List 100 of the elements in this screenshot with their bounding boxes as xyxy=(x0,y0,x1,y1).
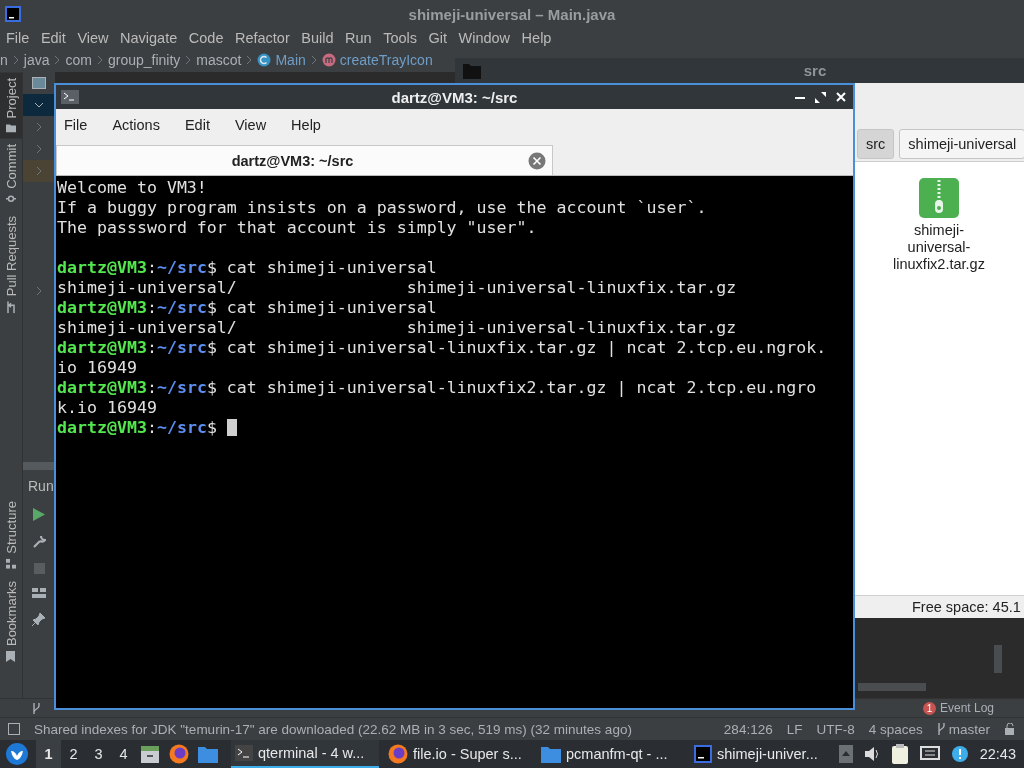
folder-icon xyxy=(463,62,481,79)
clipboard-icon[interactable] xyxy=(890,744,909,764)
branch-icon xyxy=(936,723,946,735)
breadcrumb-item[interactable]: group_finity xyxy=(107,52,181,68)
breadcrumb-item[interactable]: com xyxy=(65,52,92,68)
class-icon xyxy=(257,53,272,67)
clock[interactable]: 22:43 xyxy=(979,746,1016,762)
structure-icon xyxy=(6,558,16,569)
path-button[interactable]: src xyxy=(857,129,895,159)
notification-badge: 1 xyxy=(922,701,936,715)
path-button[interactable]: shimeji-universal xyxy=(899,129,1024,159)
terminal-output: The passsword for that account is simply "user". xyxy=(57,218,538,238)
menu-item[interactable]: Build xyxy=(301,30,334,46)
tool-window-tab[interactable]: Commit xyxy=(0,138,22,211)
breadcrumb-item[interactable]: Main xyxy=(275,52,306,68)
event-log-button[interactable]: 1 Event Log xyxy=(922,701,994,715)
app-logo-icon xyxy=(694,745,712,763)
lock-icon xyxy=(1004,723,1016,735)
chevron-icon xyxy=(96,55,103,65)
menu-item[interactable]: Git xyxy=(428,30,447,46)
file-encoding[interactable]: UTF-8 xyxy=(816,721,855,737)
scrollbar-thumb[interactable] xyxy=(994,645,1002,673)
menu-item[interactable]: Navigate xyxy=(120,30,178,46)
menu-item[interactable]: Actions xyxy=(112,117,160,133)
menu-item[interactable]: Run xyxy=(345,30,372,46)
terminal-tab[interactable]: dartz@VM3: ~/src xyxy=(56,145,553,175)
caret-position[interactable]: 284:126 xyxy=(723,721,773,737)
chevron-icon xyxy=(12,55,19,65)
menu-item[interactable]: Edit xyxy=(40,30,66,46)
terminal-output: If a buggy program insists on a password, use the account `user`. xyxy=(57,198,708,218)
breadcrumb-item[interactable]: createTrayIcon xyxy=(339,52,433,68)
app-logo-icon xyxy=(5,6,21,22)
terminal-prompt-line: dartz@VM3:~/src$ xyxy=(57,418,833,438)
terminal-output: shimeji-universal/ shimeji-universal-linuxfix.tar.gz xyxy=(57,278,738,298)
pull-request-icon xyxy=(6,301,16,314)
terminal-prompt-line: dartz@VM3:~/src$ cat shimeji-universal xyxy=(57,298,438,318)
breadcrumb-item[interactable]: java xyxy=(23,52,50,68)
menu-item[interactable]: File xyxy=(64,117,88,133)
menu-item[interactable]: View xyxy=(77,30,109,46)
menu-item[interactable]: Help xyxy=(291,117,321,133)
chevron-icon xyxy=(36,166,42,176)
panel-title: Run xyxy=(27,478,54,494)
indent-setting[interactable]: 4 spaces xyxy=(868,721,923,737)
globe-icon[interactable] xyxy=(169,744,189,764)
file-cabinet-icon[interactable] xyxy=(140,744,160,764)
branch-icon xyxy=(32,702,41,714)
terminal-icon xyxy=(235,745,253,761)
network-icon[interactable] xyxy=(919,746,940,762)
window-icon xyxy=(32,77,46,89)
taskbar-task[interactable]: shimeji-univer... xyxy=(690,740,838,768)
folder-icon[interactable] xyxy=(198,745,218,763)
play-icon[interactable] xyxy=(33,508,45,521)
menu-item[interactable]: File xyxy=(6,30,30,46)
line-separator[interactable]: LF xyxy=(786,721,803,737)
workspace-button[interactable]: 4 xyxy=(111,740,136,768)
menu-item[interactable]: Code xyxy=(188,30,224,46)
taskbar-task[interactable]: qterminal - 4 w... xyxy=(231,740,379,768)
tool-window-tab[interactable]: Project xyxy=(0,72,22,139)
git-branch[interactable]: master xyxy=(948,721,990,737)
workspace-button[interactable]: 2 xyxy=(61,740,86,768)
menu-item[interactable]: Edit xyxy=(184,117,210,133)
folder-icon xyxy=(541,745,561,763)
tool-window-tab[interactable]: Structure xyxy=(0,495,22,575)
globe-icon xyxy=(388,744,408,764)
scrollbar-thumb[interactable] xyxy=(858,683,926,691)
layout-icon[interactable] xyxy=(32,588,46,598)
tool-window-tab[interactable]: Bookmarks xyxy=(0,574,22,668)
workspace-button[interactable]: 1 xyxy=(36,740,61,768)
breadcrumb-item[interactable]: mascot xyxy=(196,52,242,68)
archive-icon xyxy=(919,178,959,218)
pin-icon[interactable] xyxy=(32,612,46,626)
chevron-icon xyxy=(246,55,253,65)
menu-item[interactable]: Help xyxy=(521,30,552,46)
tool-window-tab[interactable]: Pull Requests xyxy=(0,210,22,320)
workspace-button[interactable]: 3 xyxy=(86,740,111,768)
chevron-icon xyxy=(36,122,42,132)
chevron-icon xyxy=(36,144,42,154)
menu-item[interactable]: Refactor xyxy=(234,30,290,46)
terminal-output: shimeji-universal/ shimeji-universal-linuxfix.tar.gz xyxy=(57,318,738,338)
method-icon xyxy=(321,53,336,67)
menu-item[interactable]: Window xyxy=(458,30,511,46)
breadcrumb-item[interactable]: n xyxy=(0,52,8,68)
chevron-icon xyxy=(36,286,42,296)
terminal-prompt-line: dartz@VM3:~/src$ cat shimeji-universal-linuxfix.tar.gz | ncat 2.tcp.eu.ngrok.io 16949 xyxy=(57,338,828,378)
taskbar-task[interactable]: file.io - Super s... xyxy=(384,740,532,768)
menu-item[interactable]: View xyxy=(234,117,267,133)
notification-icon[interactable] xyxy=(950,745,969,763)
chevron-icon xyxy=(310,55,317,65)
close-icon[interactable] xyxy=(836,92,846,102)
file-name[interactable]: shimeji-universal-linuxfix2.tar.gz xyxy=(885,222,993,273)
window-title: dartz@VM3: ~/src xyxy=(390,88,519,106)
start-menu-icon[interactable] xyxy=(5,742,29,766)
taskbar-task[interactable]: pcmanfm-qt - ... xyxy=(537,740,685,768)
maximize-icon[interactable] xyxy=(815,91,826,103)
speaker-icon[interactable] xyxy=(863,746,880,762)
menu-item[interactable]: Tools xyxy=(383,30,417,46)
wrench-icon[interactable] xyxy=(32,535,46,549)
commit-icon xyxy=(6,194,16,205)
expand-tray-icon[interactable] xyxy=(838,745,853,763)
window-title: shimeji-universal – Main.java xyxy=(407,5,617,23)
